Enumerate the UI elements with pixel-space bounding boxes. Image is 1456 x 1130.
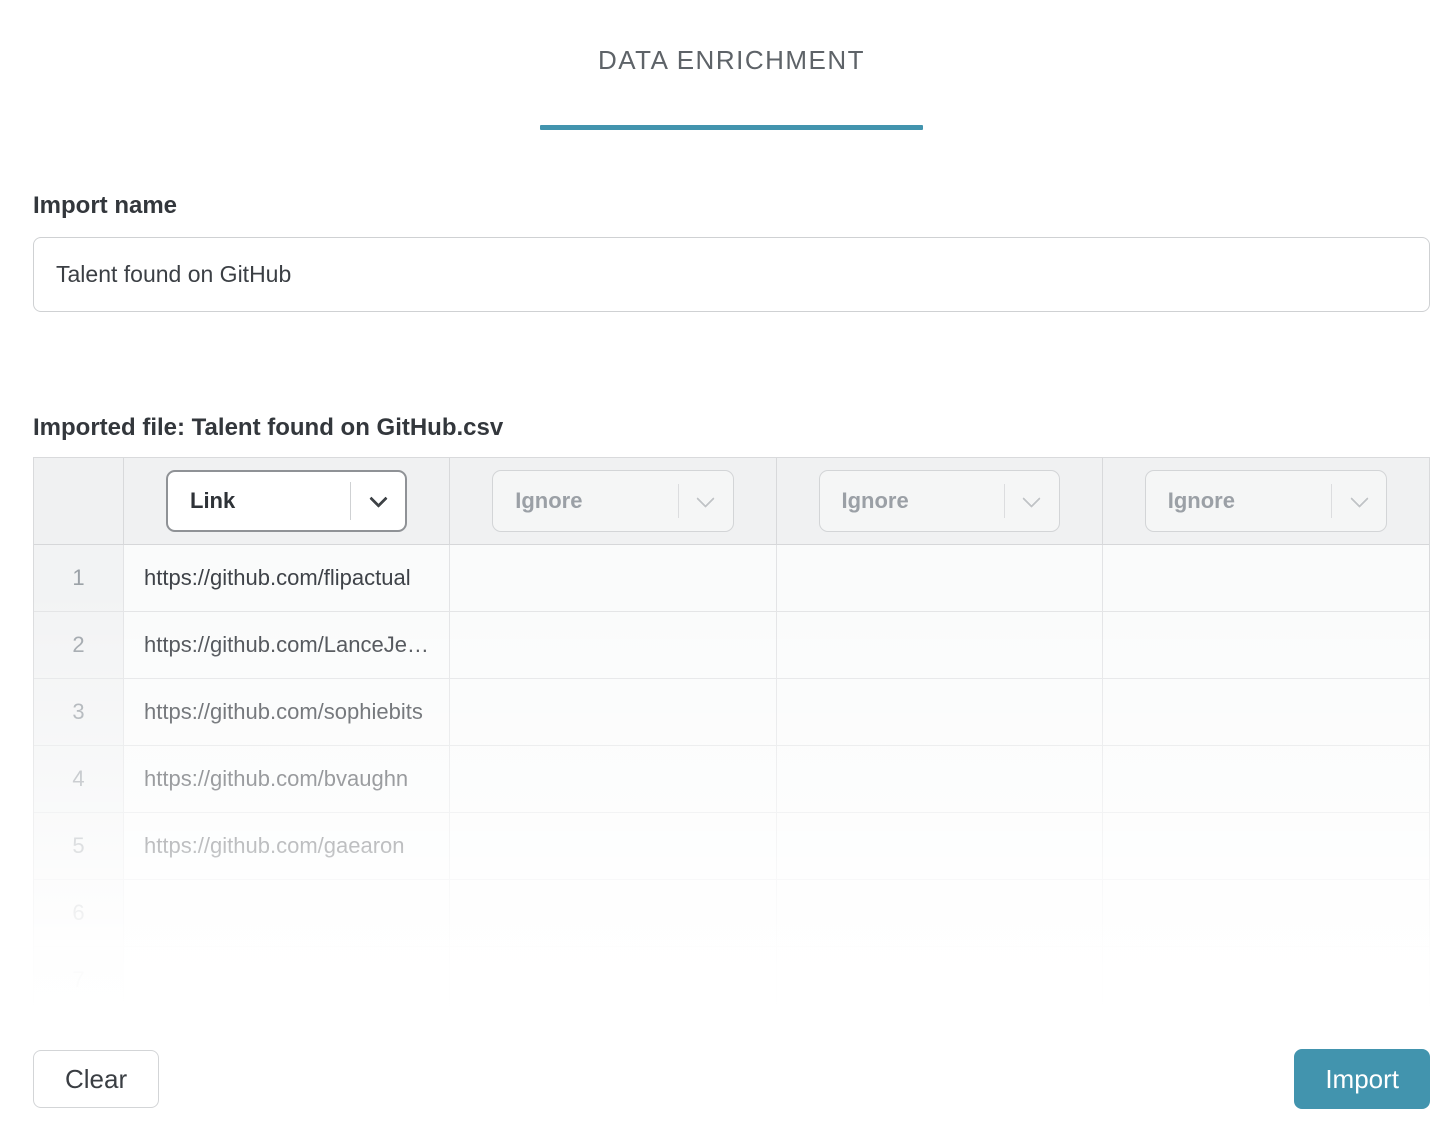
- link-cell: https://github.com/bvaughn: [124, 746, 451, 813]
- column-mapping-select-ignore-1[interactable]: Ignore: [492, 470, 734, 532]
- import-button[interactable]: Import: [1294, 1049, 1430, 1109]
- title-accent-underline: [540, 125, 923, 130]
- table-grid: Link Ignore Ignore Ignore 1 https://gith…: [34, 458, 1429, 1014]
- chevron-down-icon: [696, 488, 715, 508]
- empty-cell: [1102, 612, 1429, 679]
- link-cell: https://github.com/gaearon: [124, 813, 451, 880]
- import-name-label: Import name: [33, 192, 178, 219]
- column-mapping-select-ignore-3[interactable]: Ignore: [1144, 470, 1387, 532]
- empty-cell: [776, 612, 1103, 679]
- row-number: 3: [34, 679, 124, 746]
- column-mapping-value: Ignore: [515, 488, 583, 513]
- column-mapping-value: Link: [190, 488, 236, 513]
- page-header: DATA ENRICHMENT: [33, 0, 1430, 130]
- data-enrichment-page: DATA ENRICHMENT Import name Imported fil…: [0, 0, 1456, 1109]
- empty-cell: [776, 947, 1103, 1014]
- page-title: DATA ENRICHMENT: [597, 45, 866, 75]
- empty-cell: [1102, 813, 1429, 880]
- row-number: 6: [34, 880, 124, 947]
- chevron-down-icon: [369, 488, 388, 508]
- dropdown-caret-area: [1005, 488, 1059, 508]
- empty-cell: [450, 612, 777, 679]
- empty-cell: [1102, 679, 1429, 746]
- column-header-4: Ignore: [1102, 458, 1429, 545]
- empty-cell: [450, 880, 777, 947]
- empty-cell: [1102, 746, 1429, 813]
- link-cell: https://github.com/flipactual: [124, 545, 451, 612]
- column-mapping-select-ignore-2[interactable]: Ignore: [818, 470, 1060, 532]
- chevron-down-icon: [1349, 488, 1369, 508]
- row-number-header-cell: [34, 458, 124, 545]
- empty-cell: [776, 813, 1103, 880]
- row-number: 5: [34, 813, 124, 880]
- dropdown-caret-area: [1332, 488, 1386, 508]
- link-cell: [124, 880, 451, 947]
- link-cell: [124, 947, 451, 1014]
- row-number: 1: [34, 545, 124, 612]
- empty-cell: [450, 545, 777, 612]
- empty-cell: [776, 545, 1103, 612]
- row-number: 4: [34, 746, 124, 813]
- column-mapping-select-link[interactable]: Link: [166, 470, 408, 532]
- empty-cell: [450, 813, 777, 880]
- column-mapping-value: Ignore: [1167, 488, 1235, 513]
- empty-cell: [1102, 545, 1429, 612]
- column-header-3: Ignore: [776, 458, 1103, 545]
- column-header-2: Ignore: [450, 458, 777, 545]
- column-mapping-value: Ignore: [841, 488, 909, 513]
- empty-cell: [1102, 880, 1429, 947]
- dropdown-caret-area: [679, 488, 733, 508]
- row-number: 2: [34, 612, 124, 679]
- import-name-input[interactable]: [33, 237, 1430, 312]
- chevron-down-icon: [1022, 488, 1041, 508]
- empty-cell: [776, 746, 1103, 813]
- empty-cell: [450, 746, 777, 813]
- dropdown-caret-area: [351, 488, 405, 508]
- link-cell: https://github.com/sophiebits: [124, 679, 451, 746]
- column-header-1: Link: [124, 458, 451, 545]
- imported-file-heading: Imported file: Talent found on GitHub.cs…: [33, 414, 504, 441]
- import-preview-table: Link Ignore Ignore Ignore 1 https://gith…: [33, 457, 1430, 1015]
- empty-cell: [450, 679, 777, 746]
- empty-cell: [1102, 947, 1429, 1014]
- clear-button[interactable]: Clear: [33, 1050, 160, 1108]
- empty-cell: [450, 947, 777, 1014]
- empty-cell: [776, 880, 1103, 947]
- link-cell: https://github.com/LanceJe…: [124, 612, 451, 679]
- empty-cell: [776, 679, 1103, 746]
- row-number: 7: [34, 947, 124, 1014]
- footer-actions: Clear Import: [33, 1049, 1430, 1109]
